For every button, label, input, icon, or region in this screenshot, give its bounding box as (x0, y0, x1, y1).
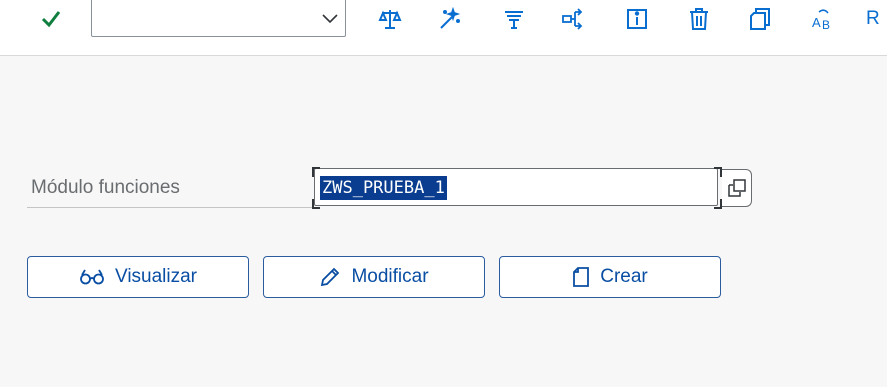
command-input[interactable] (98, 6, 312, 32)
focus-corner (714, 167, 722, 177)
display-button-label: Visualizar (114, 266, 198, 287)
glasses-icon (79, 268, 105, 286)
svg-text:B: B (822, 18, 830, 31)
document-icon (572, 266, 590, 288)
delete-icon[interactable] (682, 2, 716, 36)
create-button-label: Crear (600, 266, 648, 287)
value-help-icon[interactable] (722, 169, 752, 207)
balance-scale-icon[interactable] (373, 2, 407, 36)
focus-corner (312, 167, 320, 177)
svg-text:A: A (812, 15, 821, 30)
cut-off-label: R (866, 8, 880, 29)
rename-icon[interactable]: A B (806, 2, 840, 36)
function-module-input-wrap[interactable]: ZWS_PRUEBA_1 (312, 167, 722, 209)
focus-corner (312, 199, 320, 209)
create-button[interactable]: Crear (499, 256, 721, 298)
display-button[interactable]: Visualizar (27, 256, 249, 298)
filter-stack-icon[interactable] (497, 2, 531, 36)
pencil-icon (319, 266, 341, 288)
function-module-label: Módulo funciones (27, 168, 315, 208)
check-icon[interactable] (34, 2, 68, 36)
focus-corner (714, 199, 722, 209)
where-used-icon[interactable] (557, 2, 591, 36)
function-module-value[interactable]: ZWS_PRUEBA_1 (320, 176, 447, 200)
function-module-field[interactable]: ZWS_PRUEBA_1 (314, 168, 718, 206)
change-button-label: Modificar (351, 266, 429, 287)
magic-wand-icon[interactable] (432, 2, 466, 36)
copy-icon[interactable] (743, 2, 777, 36)
command-field[interactable] (91, 0, 346, 37)
more-icon[interactable]: R (866, 2, 887, 36)
application-toolbar: A B R (0, 0, 887, 56)
change-button[interactable]: Modificar (263, 256, 485, 298)
info-icon[interactable] (620, 2, 654, 36)
dropdown-chevron-icon[interactable] (319, 8, 341, 30)
